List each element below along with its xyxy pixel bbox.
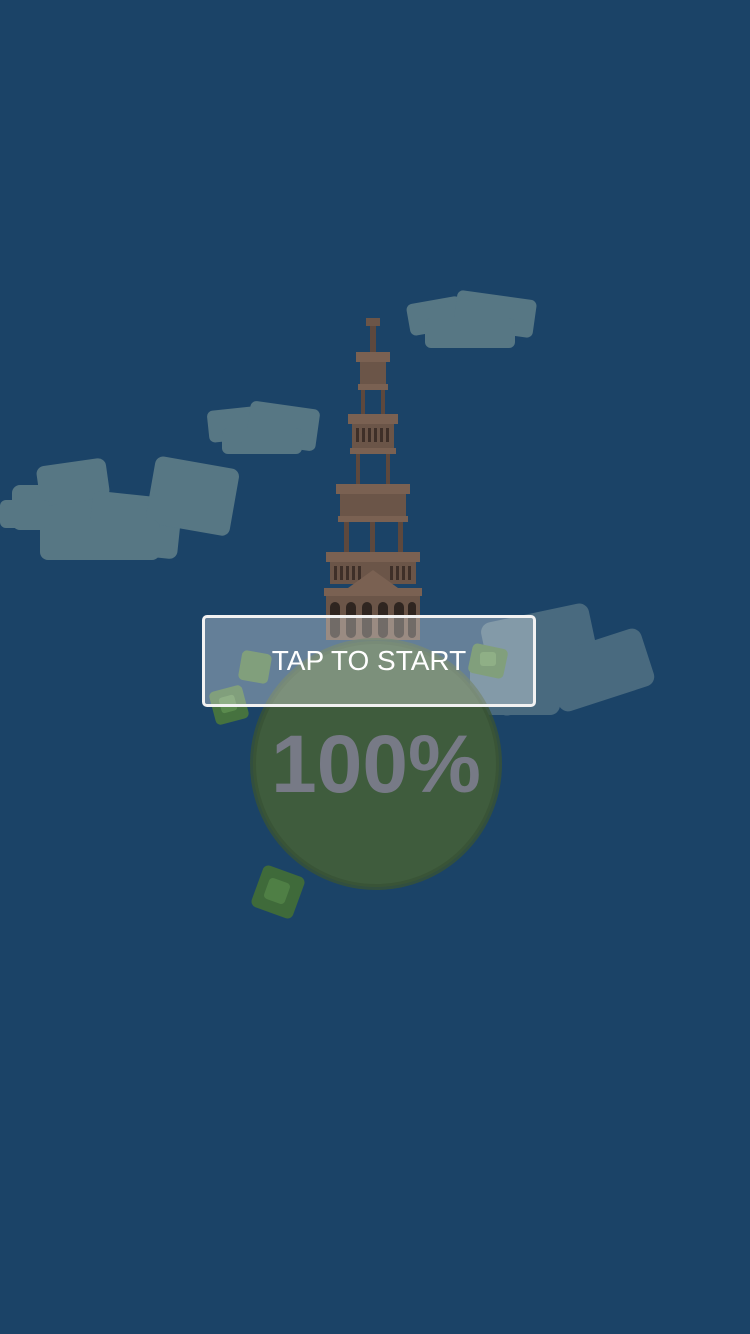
cloud-icon [0, 456, 239, 560]
game-stage[interactable]: 100% TAP TO START [0, 0, 750, 1334]
cloud-icon [207, 401, 320, 454]
bush-icon [251, 865, 305, 919]
tower-icon [324, 318, 422, 640]
tap-to-start-button[interactable]: TAP TO START [202, 615, 536, 707]
cloud-icon [406, 290, 537, 348]
progress-text: 100% [271, 719, 481, 810]
start-button-label: TAP TO START [271, 645, 467, 676]
